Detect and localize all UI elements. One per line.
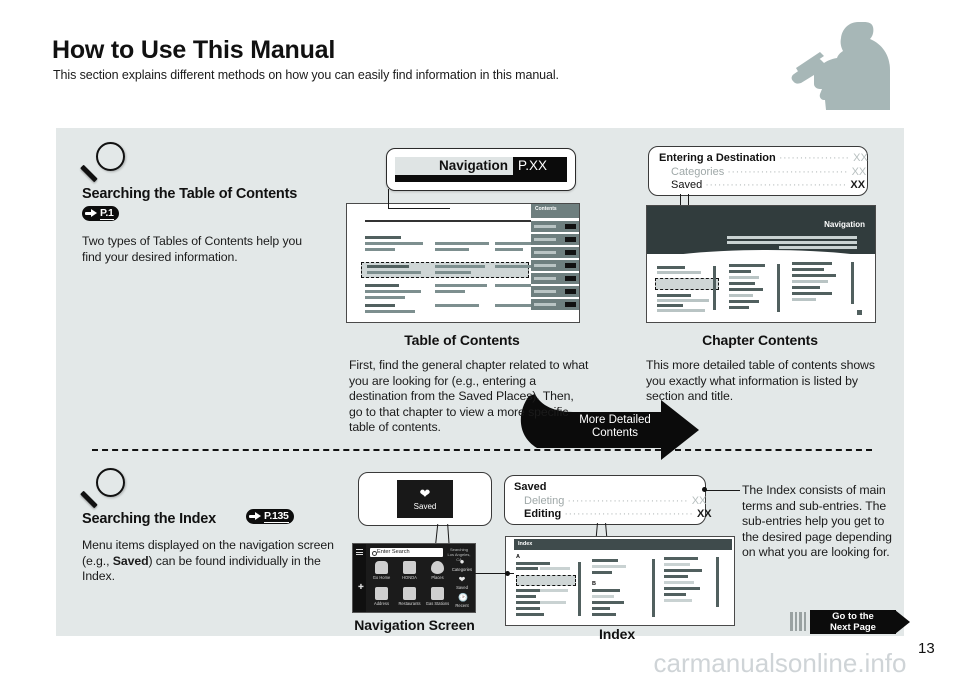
page-subtitle: This section explains different methods … <box>53 68 559 82</box>
callout-line: Deleting ····························· X… <box>524 494 707 507</box>
index-side-text: The Index consists of main terms and sub… <box>742 483 892 559</box>
index-letter: A <box>516 554 520 560</box>
heart-icon: ❤ <box>458 575 466 584</box>
index-body-bold: Saved <box>112 553 149 568</box>
index-thumb-header: Index <box>514 539 732 550</box>
saved-tile-label: Saved <box>413 502 437 511</box>
next-page-button[interactable]: Go to the Next Page <box>790 610 918 634</box>
page-title: How to Use This Manual <box>52 36 336 64</box>
nav-tile-grid: Go Home HONDA Places Address Restaurants <box>368 560 450 610</box>
clock-icon: 🕑 <box>458 593 468 602</box>
caption-index: Index <box>598 626 636 642</box>
section-divider <box>92 449 872 451</box>
pin-icon: ● <box>459 557 465 566</box>
section-heading-toc: Searching the Table of Contents <box>82 186 298 202</box>
index-entry-callout: Saved Deleting ·························… <box>504 475 712 525</box>
leader-dots: ····························· <box>567 494 692 507</box>
content-panel: Searching the Table of Contents P.1 Two … <box>56 128 904 642</box>
nav-tile-go-home[interactable]: Go Home <box>368 560 395 584</box>
honda-icon <box>403 561 416 574</box>
magnifier-icon <box>80 468 126 514</box>
arrow-right-icon <box>85 209 98 218</box>
pin-icon <box>431 561 444 574</box>
connector-dot <box>702 487 707 492</box>
nav-tile-gas-stations[interactable]: Gas Stations <box>424 586 451 610</box>
section-body-index: Menu items displayed on the navigation s… <box>82 538 334 585</box>
nav-tile-places[interactable]: Places <box>424 560 451 584</box>
index-thumbnail: Index A B <box>505 536 735 626</box>
callout-line: Editing ······························· … <box>524 508 712 520</box>
callout-line: Categories ·····························… <box>671 165 867 178</box>
connector-line <box>388 208 450 210</box>
thumb-title-rule <box>365 220 540 222</box>
navigation-screen-mock[interactable]: ✚ Enter Search Searching Los Angeles, CA… <box>352 543 476 613</box>
plus-icon[interactable]: ✚ <box>358 584 364 591</box>
connector-line <box>388 189 390 209</box>
search-input[interactable]: Enter Search <box>370 548 443 557</box>
text-chapter-contents: This more detailed table of contents sho… <box>646 358 875 403</box>
leader-dots: ·································· <box>705 179 851 191</box>
nav-sidebar: ✚ <box>353 544 366 612</box>
banner-page-label: P.XX <box>518 158 548 173</box>
manual-page: How to Use This Manual This section expl… <box>0 0 960 678</box>
watermark: carmanualsonline.info <box>653 648 907 678</box>
heart-icon: ❤ <box>419 486 431 501</box>
callout-line: Saved <box>514 481 547 493</box>
leader-dots: ····························· <box>727 165 852 178</box>
index-letter: B <box>592 581 596 587</box>
restaurant-icon <box>403 587 416 600</box>
callout-line: Saved ··································… <box>671 179 866 191</box>
page-ref-toc[interactable]: P.1 <box>82 206 119 225</box>
highlighted-chapter-row <box>655 278 719 290</box>
text-table-of-contents: First, find the general chapter related … <box>349 358 589 434</box>
chapter-contents-thumbnail: Navigation <box>646 205 876 323</box>
table-of-contents-thumbnail: Contents <box>346 203 580 323</box>
saved-tile-callout: ❤ Saved <box>358 472 492 526</box>
navigation-chapter-banner: Navigation P.XX <box>386 148 576 191</box>
saved-tile[interactable]: ❤ Saved <box>397 480 453 518</box>
highlighted-index-row <box>516 575 576 586</box>
rail-item-recent[interactable]: 🕑 Recent <box>450 593 474 609</box>
connector-line <box>706 490 740 492</box>
thumb-header: Navigation <box>647 206 875 254</box>
section-body-toc: Two types of Tables of Contents help you… <box>82 234 302 264</box>
caption-navigation-screen: Navigation Screen <box>354 617 475 633</box>
nav-tile-honda[interactable]: HONDA <box>396 560 423 584</box>
nav-tile-address[interactable]: Address <box>368 586 395 610</box>
banner-chapter-label: Navigation <box>395 157 513 175</box>
section-heading-index: Searching the Index <box>82 511 216 527</box>
caption-chapter-contents: Chapter Contents <box>702 332 818 348</box>
rail-item-categories[interactable]: ● Categories <box>450 557 474 573</box>
arrow-right-icon <box>895 610 910 634</box>
magnifier-icon <box>80 142 126 188</box>
thumb-contents-tab-header: Contents <box>531 204 579 218</box>
callout-line: Entering a Destination ·················… <box>659 152 868 164</box>
nav-tile-restaurants[interactable]: Restaurants <box>396 586 423 610</box>
home-icon <box>375 561 388 574</box>
rail-item-saved[interactable]: ❤ Saved <box>450 575 474 591</box>
stripe-decoration <box>790 612 807 631</box>
connector-dot <box>505 571 510 576</box>
menu-icon[interactable] <box>356 549 363 555</box>
leader-dots: ················· <box>778 152 854 164</box>
chapter-contents-callout: Entering a Destination ·················… <box>648 146 868 196</box>
fuel-icon <box>431 587 444 600</box>
reader-silhouette-icon <box>791 22 890 110</box>
leader-dots: ······························· <box>564 508 697 520</box>
next-page-label: Go to the Next Page <box>810 610 896 634</box>
arrow-right-icon <box>249 512 262 521</box>
nav-right-rail: ● Categories ❤ Saved 🕑 Recent <box>450 558 474 612</box>
address-icon <box>375 587 388 600</box>
page-ref-index[interactable]: P.135 <box>246 509 294 528</box>
caption-table-of-contents: Table of Contents <box>404 332 520 348</box>
